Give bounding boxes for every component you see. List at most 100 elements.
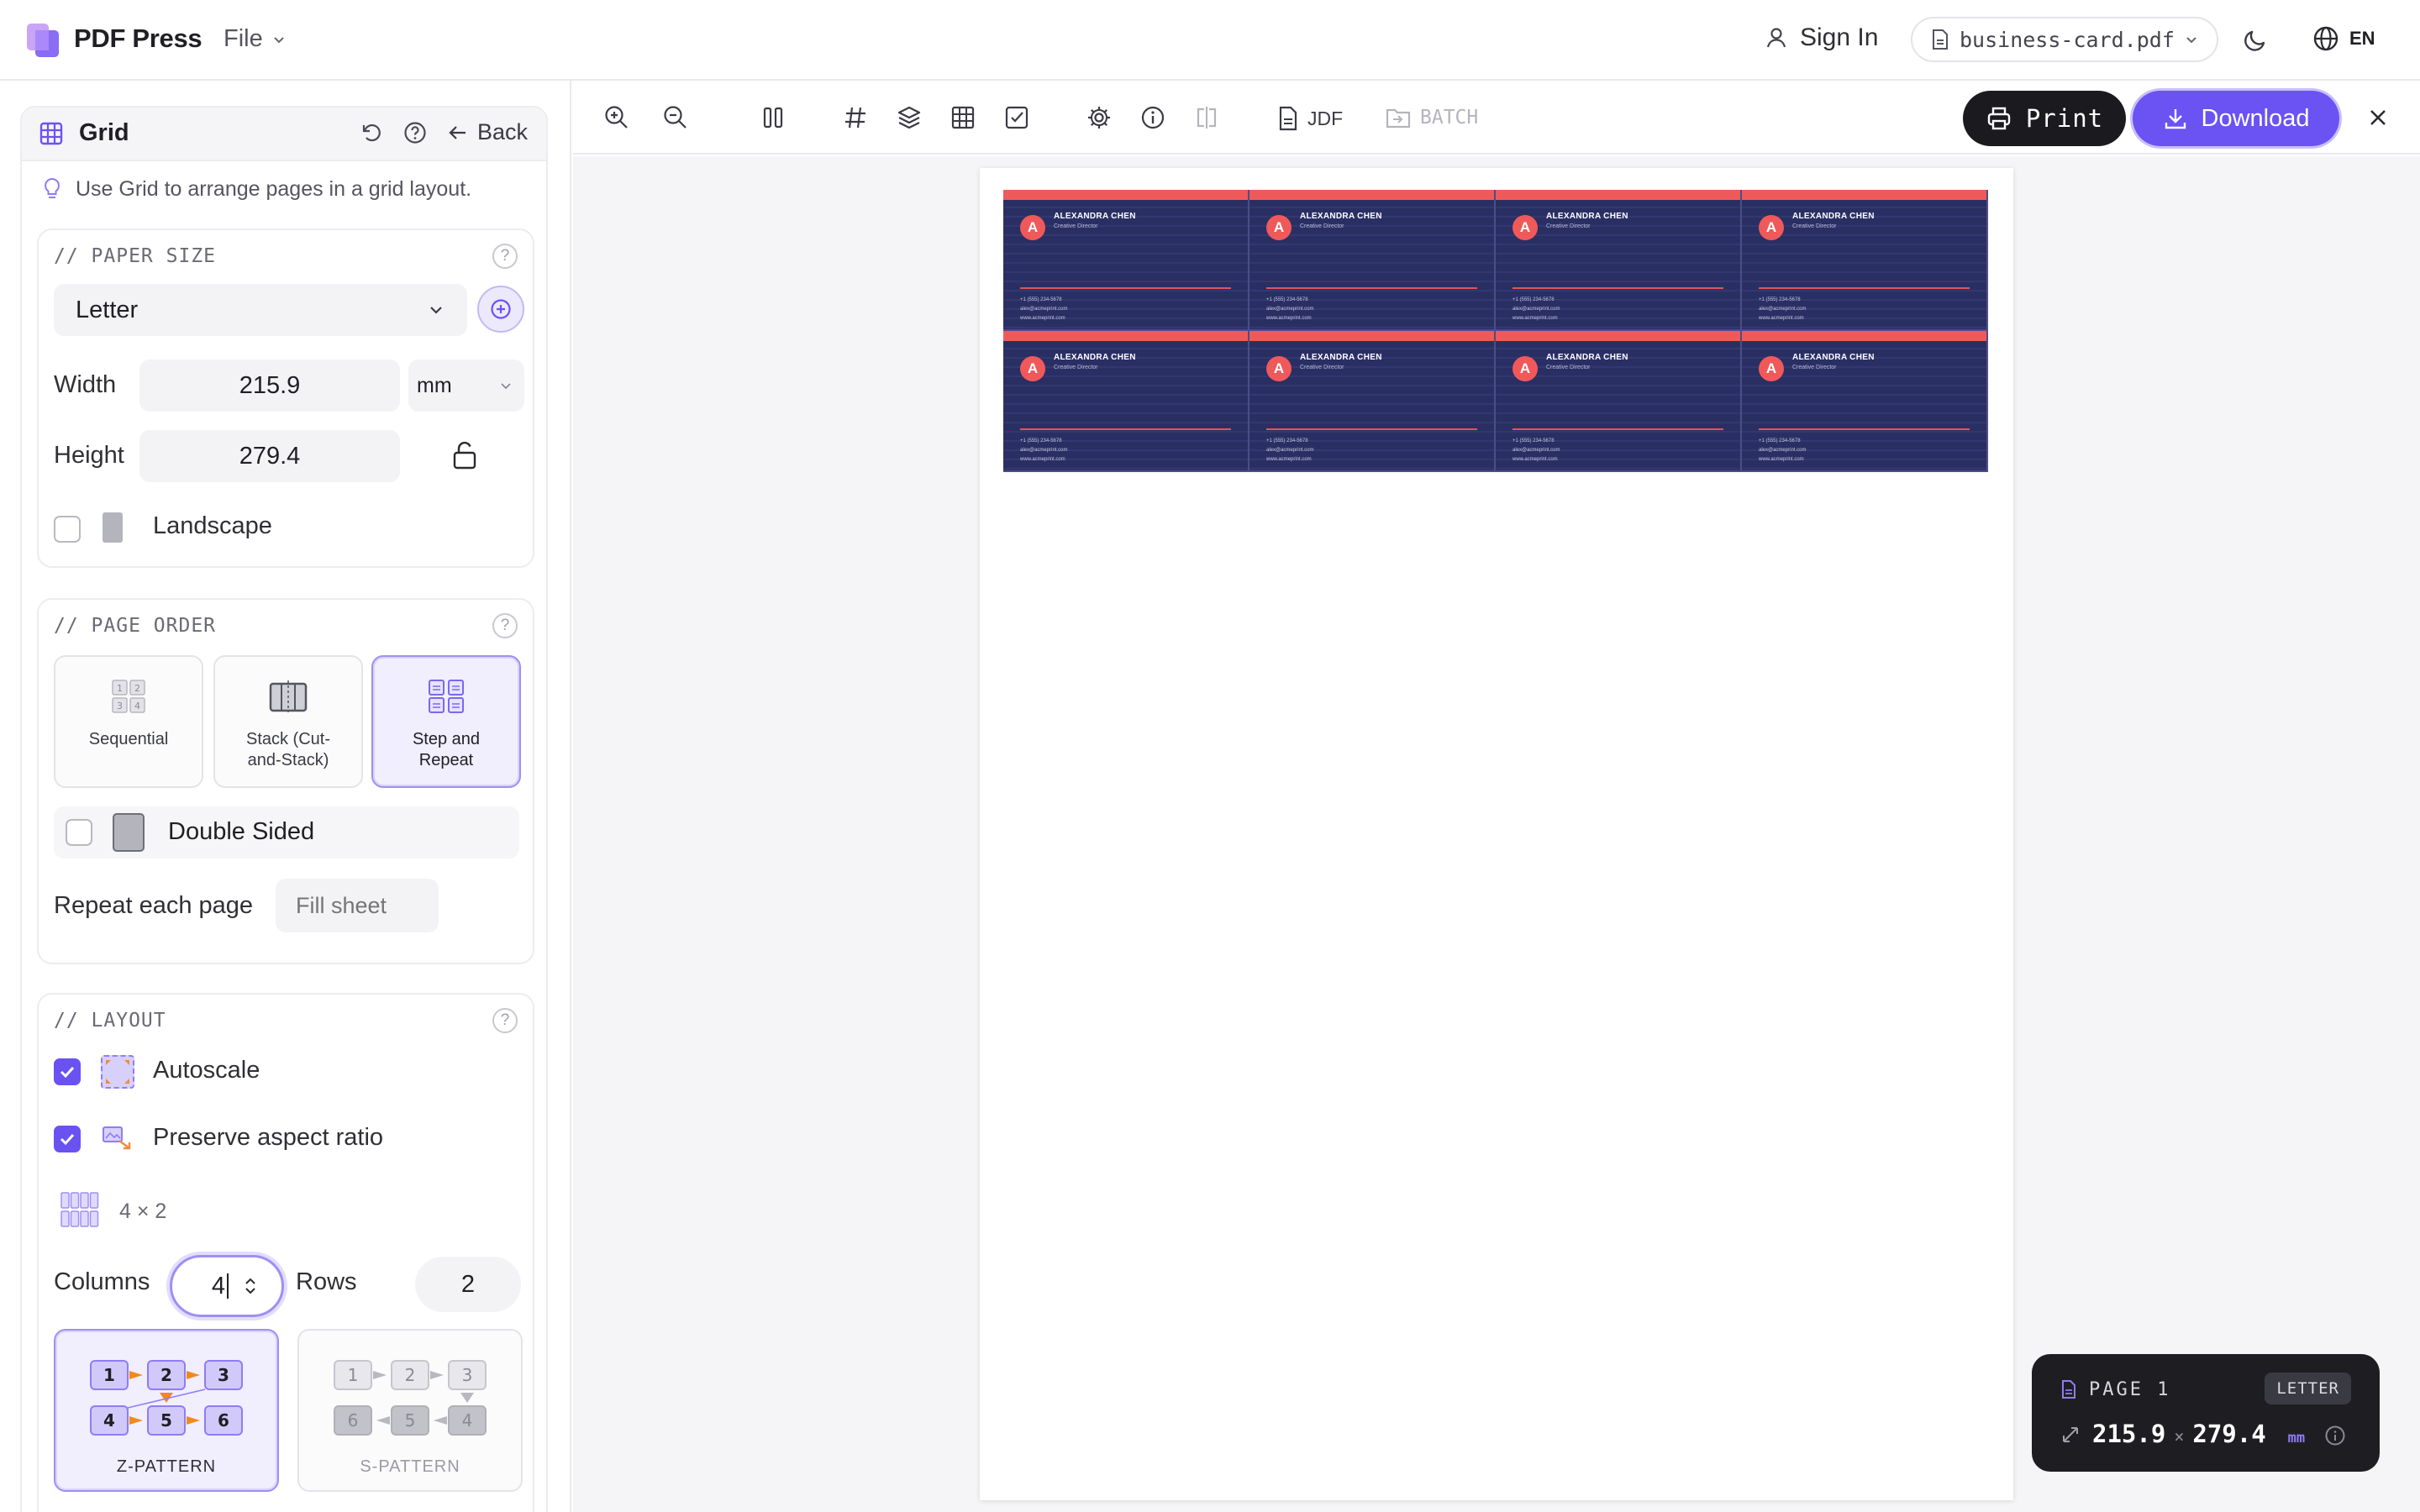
svg-text:1: 1	[117, 683, 123, 694]
section-label: // PAPER SIZE	[54, 245, 217, 267]
sign-in-button[interactable]: Sign In	[1765, 24, 1878, 52]
order-stack-button[interactable]: Stack (Cut-and-Stack)	[213, 655, 363, 788]
s-pattern-button[interactable]: 1 2 3 6 5 4 S-PATTERN	[297, 1329, 523, 1492]
pattern-cell: 4	[103, 1410, 115, 1431]
rows-label: Rows	[296, 1268, 357, 1295]
chevron-down-icon	[271, 32, 287, 47]
file-selector[interactable]: business-card.pdf	[1911, 17, 2218, 62]
card-name: ALEXANDRA CHEN	[1054, 353, 1136, 362]
checkmark-icon	[60, 1066, 75, 1079]
pattern-cell: 3	[218, 1365, 229, 1385]
columns-input[interactable]: 4	[170, 1255, 284, 1317]
help-icon[interactable]: ?	[492, 244, 518, 269]
z-pattern-button[interactable]: 1 2 3 4 5 6 Z-PATTERN	[54, 1329, 279, 1492]
card-phone: +1 (555) 234-5678	[1266, 297, 1308, 302]
double-sided-page-icon	[113, 813, 145, 852]
card-divider	[1266, 287, 1477, 289]
arrow-left-icon	[447, 122, 469, 144]
width-input[interactable]: 215.9	[139, 360, 400, 412]
card-avatar: A	[1266, 215, 1292, 240]
pdf-press-logo[interactable]	[25, 22, 62, 59]
card-accent-strip	[1496, 190, 1740, 200]
card-web: www.acmeprint.com	[1512, 316, 1558, 321]
reset-icon[interactable]	[360, 121, 383, 144]
current-file-name: business-card.pdf	[1960, 27, 2175, 52]
layout-card: // LAYOUT ? Autoscale Preserve aspect ra…	[37, 993, 534, 1512]
landscape-label: Landscape	[153, 512, 272, 539]
help-icon[interactable]: ?	[492, 1008, 518, 1033]
unlock-icon[interactable]	[450, 438, 479, 472]
compare-icon	[1193, 104, 1220, 131]
pattern-cell: 5	[160, 1410, 172, 1431]
portrait-page-icon	[103, 512, 123, 543]
autoscale-checkbox[interactable]	[54, 1058, 81, 1085]
panel-title: Grid	[79, 119, 129, 146]
card-divider	[1020, 428, 1231, 430]
double-sided-row[interactable]: Double Sided	[54, 806, 519, 858]
settings-icon[interactable]	[1086, 104, 1113, 131]
moon-icon	[2244, 30, 2265, 51]
file-menu[interactable]: File	[224, 25, 287, 53]
card-accent-strip	[1249, 190, 1494, 200]
back-button[interactable]: Back	[447, 119, 528, 145]
card-email: alex@acmeprint.com	[1512, 448, 1560, 453]
pattern-cell: 2	[405, 1365, 416, 1385]
landscape-checkbox[interactable]	[54, 516, 81, 543]
user-icon	[1765, 26, 1788, 50]
order-step-repeat-button[interactable]: Step and Repeat	[371, 655, 521, 788]
lightbulb-icon	[42, 176, 62, 202]
card-email: alex@acmeprint.com	[1759, 448, 1807, 453]
paper-size-badge: LETTER	[2265, 1373, 2351, 1404]
grid-icon[interactable]	[950, 104, 976, 131]
info-icon[interactable]	[2324, 1425, 2346, 1446]
add-paper-size-button[interactable]	[477, 286, 524, 333]
card-email: alex@acmeprint.com	[1512, 307, 1560, 312]
card-phone: +1 (555) 234-5678	[1759, 297, 1801, 302]
close-icon[interactable]	[2363, 102, 2393, 133]
rows-input[interactable]: 2	[415, 1257, 521, 1312]
columns-view-icon[interactable]	[760, 104, 786, 131]
globe-icon	[2312, 25, 2339, 52]
plus-circle-icon	[491, 299, 511, 319]
print-button[interactable]: Print	[1963, 91, 2126, 146]
page-height: 279.4	[2192, 1420, 2266, 1448]
unit-select[interactable]: mm	[408, 360, 524, 412]
download-button[interactable]: Download	[2133, 91, 2339, 146]
columns-value: 4	[211, 1272, 226, 1299]
help-icon[interactable]: ?	[492, 613, 518, 638]
repeat-each-page-input[interactable]	[276, 879, 439, 932]
aspect-ratio-icon	[101, 1122, 134, 1156]
card-email: alex@acmeprint.com	[1266, 448, 1314, 453]
tip-text: Use Grid to arrange pages in a grid layo…	[76, 176, 472, 201]
zoom-out-icon[interactable]	[662, 104, 689, 131]
order-option-label: Step and Repeat	[412, 730, 481, 769]
print-label: Print	[2025, 104, 2104, 133]
jdf-button[interactable]: JDF	[1277, 106, 1343, 131]
language-code: EN	[2349, 28, 2375, 49]
business-card: A ALEXANDRA CHEN Creative Director +1 (555)…	[1496, 331, 1742, 472]
hash-icon[interactable]	[842, 104, 869, 131]
double-sided-checkbox[interactable]	[66, 819, 92, 846]
document-icon	[1277, 106, 1299, 131]
info-icon[interactable]	[1139, 104, 1166, 131]
height-input[interactable]: 279.4	[139, 430, 400, 482]
card-avatar: A	[1512, 215, 1538, 240]
page-unit: mm	[2287, 1430, 2306, 1446]
file-menu-label: File	[224, 25, 263, 52]
chevron-down-icon	[427, 301, 445, 319]
layers-icon[interactable]	[896, 104, 923, 131]
order-sequential-button[interactable]: 12 3 4 Sequential	[54, 655, 203, 788]
card-role: Creative Director	[1300, 223, 1344, 229]
checkbox-icon[interactable]	[1003, 104, 1030, 131]
business-card: A ALEXANDRA CHEN Creative Director +1 (555)…	[1249, 190, 1496, 331]
double-sided-label: Double Sided	[168, 818, 315, 845]
preserve-aspect-checkbox[interactable]	[54, 1126, 81, 1152]
help-icon[interactable]	[403, 121, 427, 144]
paper-size-select[interactable]: Letter	[54, 284, 467, 336]
card-accent-strip	[1496, 331, 1740, 341]
language-selector[interactable]: EN	[2312, 25, 2375, 52]
card-contact: +1 (555) 234-5678 alex@acmeprint.com www.a…	[1266, 437, 1313, 465]
zoom-in-icon[interactable]	[603, 104, 630, 131]
spinner-icon[interactable]	[244, 1275, 257, 1297]
dark-mode-toggle[interactable]	[2242, 25, 2270, 54]
